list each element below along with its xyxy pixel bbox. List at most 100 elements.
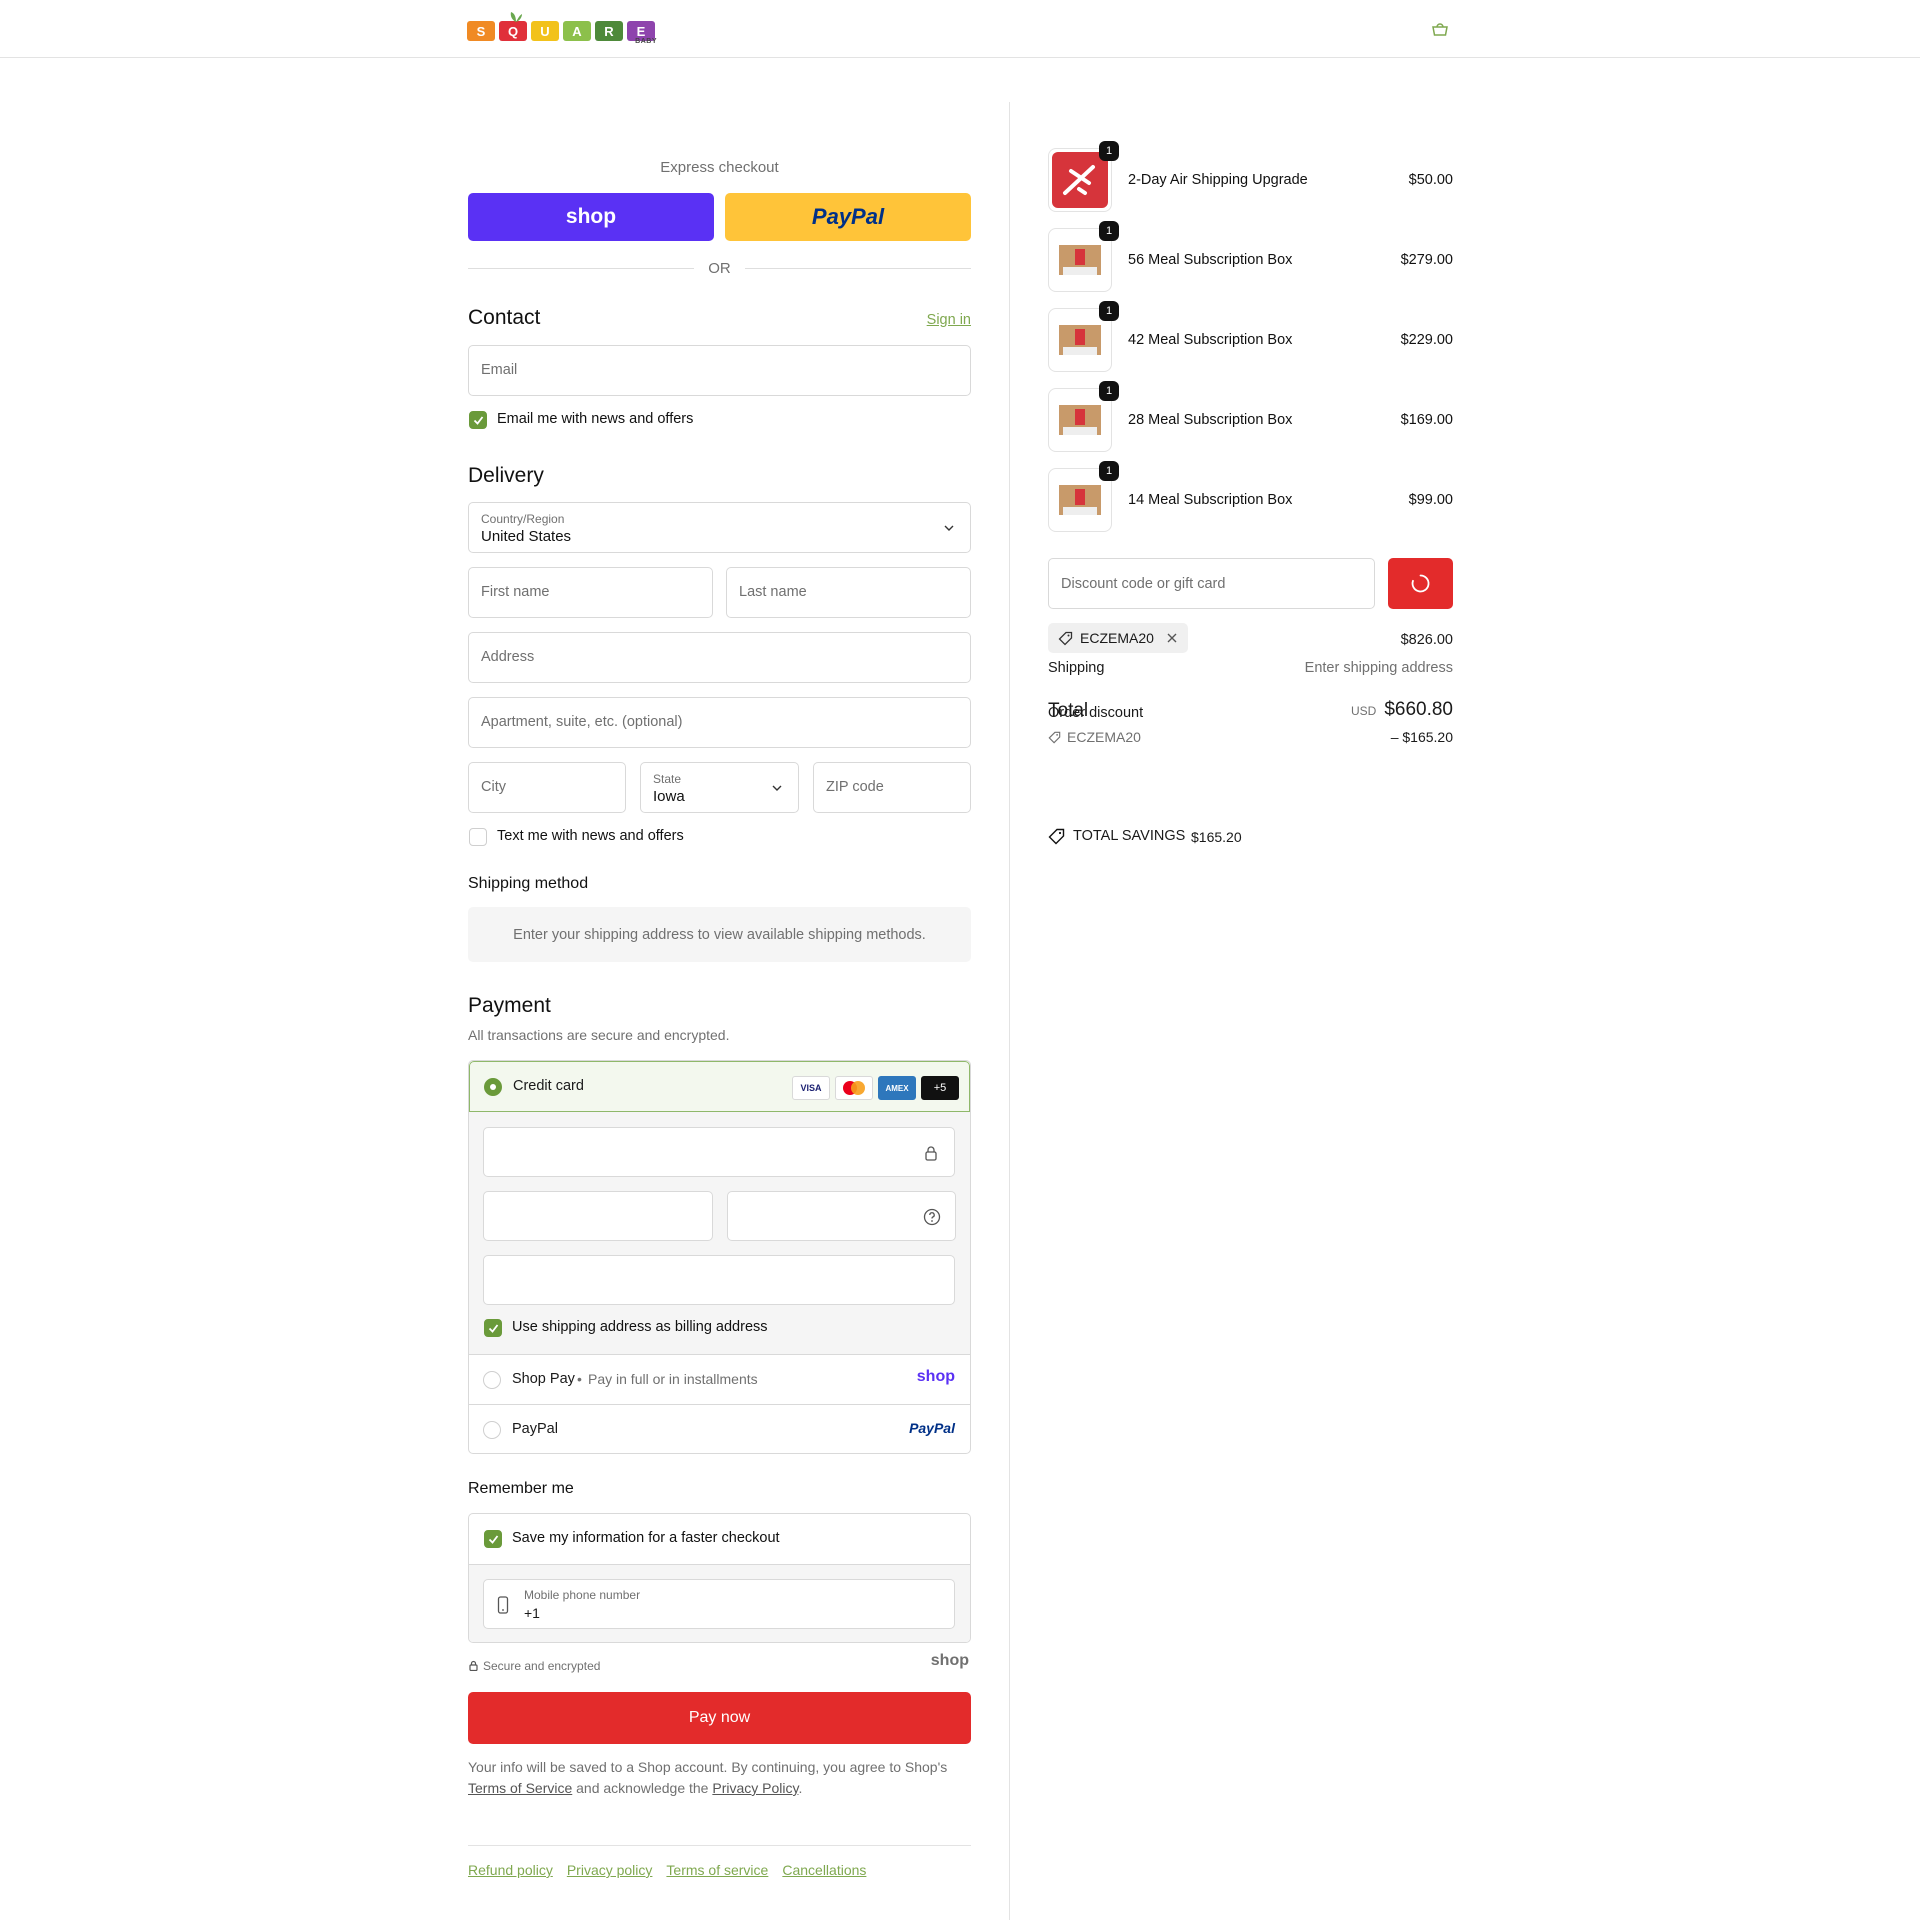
shop-pay-express-button[interactable]: shop (468, 193, 714, 241)
save-info-checkbox[interactable] (484, 1530, 502, 1548)
first-name-field[interactable]: First name (468, 567, 713, 618)
item-price: $229.00 (1400, 332, 1453, 348)
help-circle-icon[interactable] (923, 1208, 941, 1226)
shop-logo: shop (930, 1652, 969, 1669)
sign-in-link[interactable]: Sign in (927, 312, 971, 328)
or-divider: OR (468, 258, 971, 278)
shop-pay-option[interactable]: Shop Pay • Pay in full or in installment… (469, 1355, 970, 1405)
state-select[interactable]: State Iowa (640, 762, 799, 813)
cart-item: 1 2-Day Air Shipping Upgrade $50.00 (1048, 141, 1453, 212)
country-label: Country/Region (481, 512, 565, 526)
checkmark-icon (488, 1324, 499, 1333)
text-offers-checkbox[interactable] (469, 828, 487, 846)
country-value: United States (481, 528, 572, 545)
cancellations-link[interactable]: Cancellations (782, 1862, 866, 1878)
column-divider (1009, 102, 1010, 1920)
logo-letter: A (563, 21, 591, 41)
cart-item: 1 28 Meal Subscription Box $169.00 (1048, 381, 1453, 452)
expiry-date-field[interactable] (483, 1191, 713, 1241)
payment-heading: Payment (468, 994, 551, 1017)
state-label: State (653, 772, 682, 786)
paypal-express-button[interactable]: PayPal (725, 193, 971, 241)
mobile-phone-field[interactable]: Mobile phone number +1 (483, 1579, 955, 1629)
product-thumbnail: 1 (1048, 221, 1119, 292)
save-info-label: Save my information for a faster checkou… (512, 1530, 780, 1546)
order-discount-label: Order discount (1048, 705, 1144, 721)
chevron-down-icon (772, 785, 782, 791)
remember-me-box: Save my information for a faster checkou… (468, 1513, 971, 1643)
shipping-value: Enter shipping address (1304, 660, 1453, 676)
close-icon[interactable] (1166, 632, 1178, 644)
legal-text-3: . (798, 1780, 803, 1796)
phone-label: Mobile phone number (524, 1588, 641, 1602)
pay-now-button[interactable]: Pay now (468, 1692, 971, 1744)
header: S Q U A R E BABY (0, 0, 1920, 58)
shop-pay-subtext: Pay in full or in installments (588, 1371, 758, 1387)
last-name-placeholder: Last name (739, 584, 807, 600)
security-code-field[interactable] (727, 1191, 956, 1241)
card-number-field[interactable] (483, 1127, 955, 1177)
legal-text-2: and acknowledge the (576, 1780, 709, 1796)
cart-item: 1 56 Meal Subscription Box $279.00 (1048, 221, 1453, 292)
savings-tag-icon (1048, 828, 1065, 845)
contact-heading: Contact (468, 306, 541, 329)
last-name-field[interactable]: Last name (726, 567, 971, 618)
shop-terms-link[interactable]: Terms of Service (468, 1780, 572, 1796)
legal-notice: Your info will be saved to a Shop accoun… (468, 1757, 971, 1799)
email-offers-checkbox[interactable] (469, 411, 487, 429)
discount-code-label: ECZEMA20 (1067, 729, 1141, 745)
apartment-placeholder: Apartment, suite, etc. (optional) (481, 714, 683, 730)
credit-card-radio[interactable] (484, 1078, 502, 1096)
logo-letter: Q (499, 21, 527, 41)
country-select[interactable]: Country/Region United States (468, 502, 971, 553)
zip-field[interactable]: ZIP code (813, 762, 971, 813)
paypal-logo-text: PayPal (811, 204, 885, 229)
dot-separator: • (577, 1371, 582, 1387)
item-price: $169.00 (1400, 412, 1453, 428)
shipping-method-heading: Shipping method (468, 875, 589, 892)
total-savings-label: TOTAL SAVINGS (1073, 828, 1186, 844)
paypal-radio[interactable] (483, 1421, 501, 1439)
product-thumbnail: 1 (1048, 461, 1119, 532)
apply-discount-button[interactable] (1388, 558, 1453, 609)
total-value: $660.80 (1384, 699, 1453, 720)
apartment-field[interactable]: Apartment, suite, etc. (optional) (468, 697, 971, 748)
item-name: 42 Meal Subscription Box (1128, 332, 1293, 348)
shopping-bag-icon[interactable] (1430, 20, 1450, 38)
email-field[interactable]: Email (468, 345, 971, 396)
more-cards-badge: +5 (921, 1076, 959, 1100)
quantity-badge: 1 (1099, 141, 1119, 161)
billing-same-checkbox[interactable] (484, 1319, 502, 1337)
terms-of-service-link[interactable]: Terms of service (666, 1862, 768, 1878)
logo-letter: S (467, 21, 495, 41)
shop-privacy-link[interactable]: Privacy Policy (712, 1780, 798, 1796)
leaf-icon (510, 12, 522, 22)
item-price: $279.00 (1400, 252, 1453, 268)
secure-encrypted-text: Secure and encrypted (483, 1659, 601, 1673)
mobile-phone-icon (497, 1596, 509, 1614)
visa-icon: VISA (792, 1076, 830, 1100)
discount-code-field[interactable]: Discount code or gift card (1048, 558, 1375, 609)
refund-policy-link[interactable]: Refund policy (468, 1862, 553, 1878)
item-price: $99.00 (1408, 492, 1453, 508)
chevron-down-icon (944, 525, 954, 531)
shop-pay-radio[interactable] (483, 1371, 501, 1389)
subtotal-value: $826.00 (1400, 632, 1453, 648)
currency-code: USD (1350, 704, 1377, 718)
city-field[interactable]: City (468, 762, 626, 813)
item-name: 14 Meal Subscription Box (1128, 492, 1293, 508)
privacy-policy-link[interactable]: Privacy policy (567, 1862, 653, 1878)
paypal-option[interactable]: PayPal PayPal (469, 1405, 970, 1453)
address-field[interactable]: Address (468, 632, 971, 683)
store-logo[interactable]: S Q U A R E BABY (467, 12, 659, 46)
name-on-card-field[interactable] (483, 1255, 955, 1305)
city-placeholder: City (481, 779, 506, 795)
address-placeholder: Address (481, 649, 535, 665)
state-value: Iowa (653, 788, 685, 805)
paypal-logo: PayPal (909, 1420, 955, 1436)
email-placeholder: Email (481, 362, 518, 378)
credit-card-option[interactable]: Credit card VISA AMEX +5 (469, 1061, 970, 1112)
phone-value: +1 (524, 1605, 540, 1621)
quantity-badge: 1 (1099, 381, 1119, 401)
total-savings-value: $165.20 (1191, 829, 1242, 845)
